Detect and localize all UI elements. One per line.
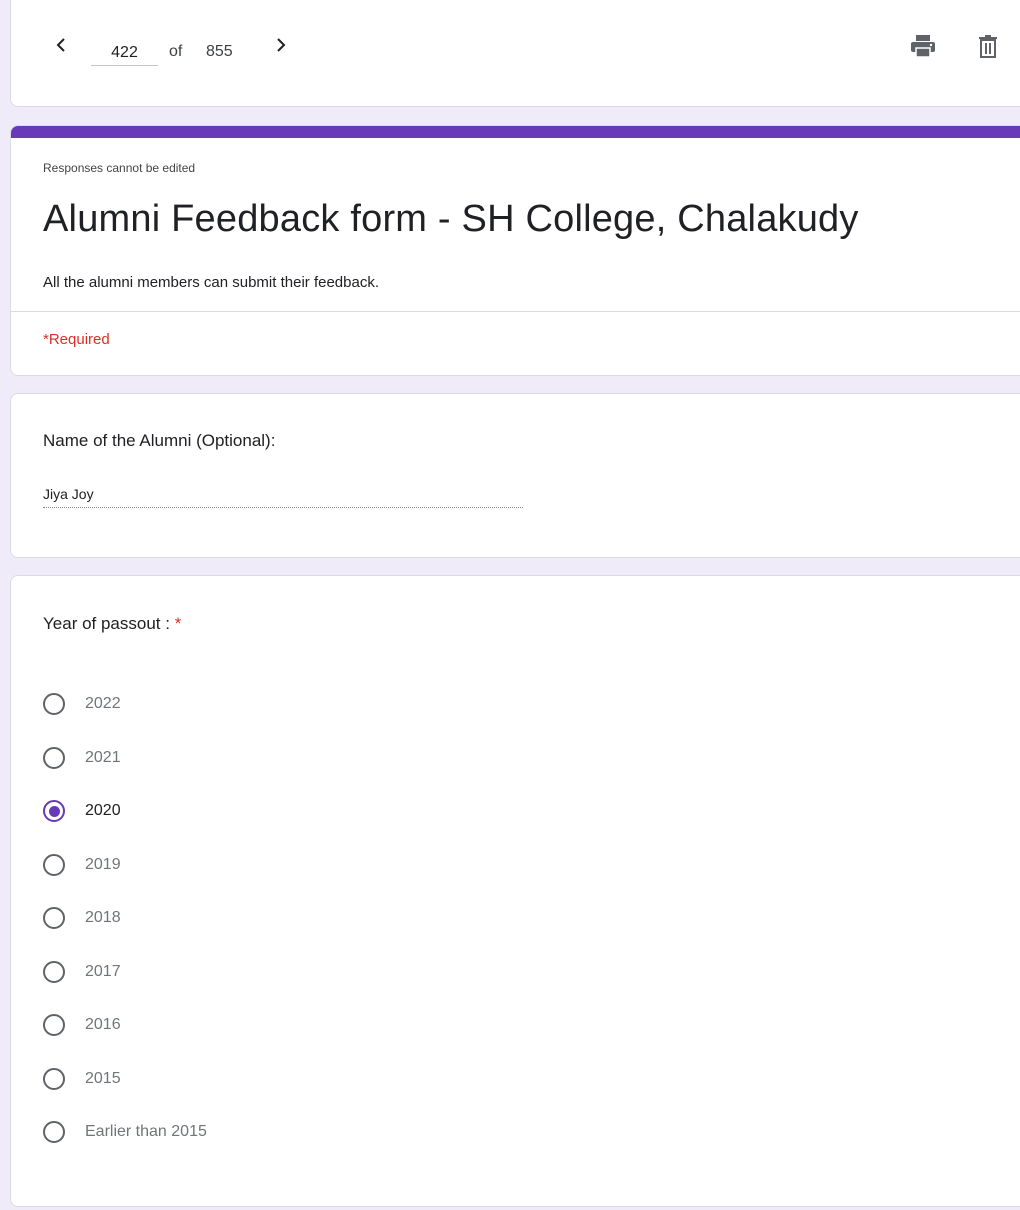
- required-asterisk: *: [174, 614, 182, 633]
- responses-cannot-be-edited-note: Responses cannot be edited: [43, 161, 196, 175]
- print-button[interactable]: [908, 31, 938, 61]
- radio-option[interactable]: 2018: [43, 903, 121, 933]
- name-answer: Jiya Joy: [43, 486, 523, 508]
- radio-option[interactable]: 2015: [43, 1064, 121, 1094]
- radio-button[interactable]: [43, 800, 65, 822]
- next-response-button[interactable]: [269, 31, 293, 59]
- radio-label: 2015: [85, 1070, 121, 1087]
- trash-icon: [979, 35, 997, 58]
- question-title: Name of the Alumni (Optional):: [43, 431, 276, 450]
- radio-option[interactable]: Earlier than 2015: [43, 1117, 207, 1147]
- radio-label: 2019: [85, 856, 121, 873]
- radio-option[interactable]: 2021: [43, 743, 121, 773]
- radio-label: 2017: [85, 963, 121, 980]
- question-title: Year of passout : *: [43, 614, 181, 634]
- question-title-text: Year of passout :: [43, 614, 175, 633]
- chevron-right-icon: [277, 38, 286, 52]
- delete-button[interactable]: [973, 31, 1003, 61]
- header-accent-bar: [11, 126, 1020, 138]
- radio-option[interactable]: 2020: [43, 796, 121, 826]
- radio-label: 2018: [85, 909, 121, 926]
- radio-label: Earlier than 2015: [85, 1123, 207, 1140]
- radio-button[interactable]: [43, 1121, 65, 1143]
- radio-button[interactable]: [43, 907, 65, 929]
- radio-button[interactable]: [43, 747, 65, 769]
- form-title: Alumni Feedback form - SH College, Chala…: [43, 198, 859, 240]
- required-note: *Required: [43, 331, 110, 348]
- radio-button[interactable]: [43, 1068, 65, 1090]
- form-header-card: Responses cannot be edited Alumni Feedba…: [10, 125, 1020, 376]
- question-card-year: Year of passout : * 2022 2021 2020 2019 2018…: [10, 575, 1020, 1207]
- radio-option[interactable]: 2016: [43, 1010, 121, 1040]
- header-divider: [11, 311, 1020, 312]
- response-number-input[interactable]: [91, 41, 158, 66]
- radio-option[interactable]: 2017: [43, 957, 121, 987]
- previous-response-button[interactable]: [49, 31, 73, 59]
- print-icon: [911, 35, 935, 58]
- radio-label: 2022: [85, 695, 121, 712]
- total-responses-count: 855: [206, 43, 233, 60]
- radio-selected-dot: [48, 805, 60, 817]
- radio-label: 2021: [85, 749, 121, 766]
- radio-button[interactable]: [43, 854, 65, 876]
- of-label: of: [169, 43, 183, 60]
- radio-label: 2016: [85, 1016, 121, 1033]
- chevron-left-icon: [56, 38, 65, 52]
- radio-option[interactable]: 2022: [43, 689, 121, 719]
- form-description: All the alumni members can submit their …: [43, 274, 379, 291]
- radio-option[interactable]: 2019: [43, 850, 121, 880]
- response-navigation-bar: of 855: [10, 0, 1020, 107]
- radio-button[interactable]: [43, 693, 65, 715]
- question-card-name: Name of the Alumni (Optional): Jiya Joy: [10, 393, 1020, 558]
- radio-button[interactable]: [43, 961, 65, 983]
- radio-label: 2020: [85, 802, 121, 819]
- radio-button[interactable]: [43, 1014, 65, 1036]
